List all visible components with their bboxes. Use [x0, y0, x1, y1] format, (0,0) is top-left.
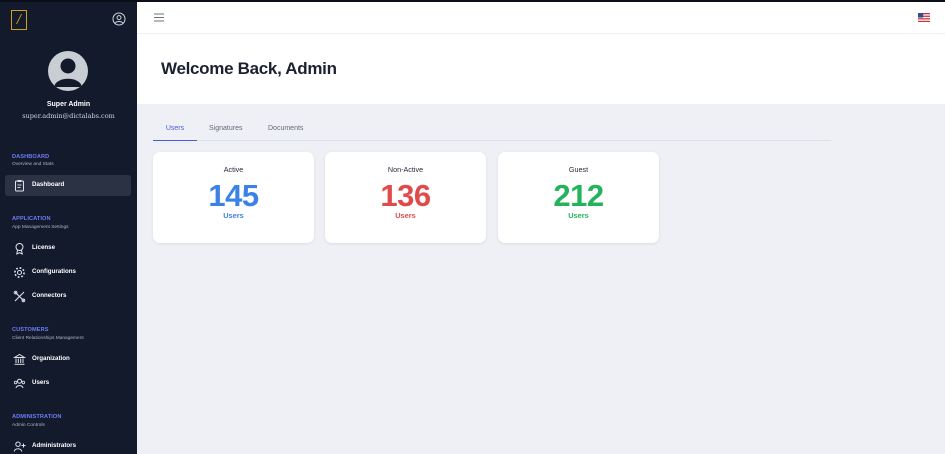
tab-bar: Users Signatures Documents	[153, 122, 831, 141]
card-unit: Users	[395, 211, 416, 220]
card-value: 145	[208, 178, 259, 213]
user-plus-icon	[13, 441, 26, 452]
sidebar-item-administrators[interactable]: Administrators	[5, 436, 131, 454]
card-title: Non-Active	[387, 165, 424, 174]
users-icon	[13, 378, 26, 389]
section-title-customers: CUSTOMERS	[12, 327, 49, 333]
sidebar-item-label: Dashboard	[32, 181, 65, 188]
award-icon	[15, 243, 24, 255]
section-title-dashboard: DASHBOARD	[12, 154, 50, 160]
card-title: Active	[223, 165, 244, 174]
welcome-panel: Welcome Back, Admin	[137, 34, 945, 104]
profile-name: Super Admin	[46, 101, 91, 108]
us-flag-icon[interactable]	[918, 13, 930, 22]
sidebar-item-connectors[interactable]: Connectors	[5, 286, 131, 307]
app-logo[interactable]: /	[11, 10, 27, 30]
card-title: Guest	[568, 165, 589, 174]
sidebar-item-label: Administrators	[32, 442, 77, 449]
sidebar-item-label: License	[32, 244, 56, 251]
avatar	[48, 51, 88, 91]
user-circle-icon[interactable]	[112, 12, 126, 26]
section-subtitle-application: App Management Settings	[12, 225, 69, 230]
tab-signatures[interactable]: Signatures	[209, 125, 242, 141]
sidebar-item-label: Users	[32, 379, 50, 386]
sidebar-item-label: Connectors	[32, 292, 67, 299]
card-unit: Users	[568, 211, 589, 220]
section-subtitle-customers: Client Relationships Management	[12, 336, 84, 341]
page-title: Welcome Back, Admin	[161, 59, 337, 78]
sidebar-header: /	[11, 10, 126, 32]
section-title-administration: ADMINISTRATION	[12, 414, 62, 420]
card-value: 136	[380, 178, 431, 213]
sidebar: / Super Admin super.admin@dictalabs.com …	[0, 0, 137, 454]
clipboard-icon	[15, 180, 24, 192]
stat-card-active: Active 145 Users	[153, 152, 314, 243]
hamburger-icon[interactable]	[154, 13, 164, 22]
stat-card-guest: Guest 212 Users	[498, 152, 659, 243]
sidebar-item-dashboard[interactable]: Dashboard	[5, 175, 131, 196]
sidebar-item-configurations[interactable]: Configurations	[5, 262, 131, 283]
sidebar-item-label: Organization	[32, 355, 70, 362]
stat-card-non-active: Non-Active 136 Users	[325, 152, 486, 243]
section-subtitle-administration: Admin Controls	[12, 423, 45, 428]
profile-email: super.admin@dictalabs.com	[22, 112, 115, 120]
card-value: 212	[553, 178, 604, 213]
gear-icon	[14, 267, 25, 278]
sidebar-item-organization[interactable]: Organization	[5, 349, 131, 370]
tools-icon	[13, 290, 26, 303]
logo-mark: /	[17, 12, 22, 26]
sidebar-item-license[interactable]: License	[5, 238, 131, 259]
tab-documents[interactable]: Documents	[268, 125, 303, 141]
section-subtitle-dashboard: Overview and Stats	[12, 162, 54, 167]
bank-icon	[13, 353, 26, 365]
default-avatar-icon	[54, 58, 82, 87]
sidebar-item-label: Configurations	[32, 268, 76, 275]
top-bar	[137, 0, 945, 34]
tab-users[interactable]: Users	[153, 125, 197, 141]
section-title-application: APPLICATION	[12, 216, 51, 222]
card-unit: Users	[223, 211, 244, 220]
sidebar-item-users[interactable]: Users	[5, 373, 131, 394]
